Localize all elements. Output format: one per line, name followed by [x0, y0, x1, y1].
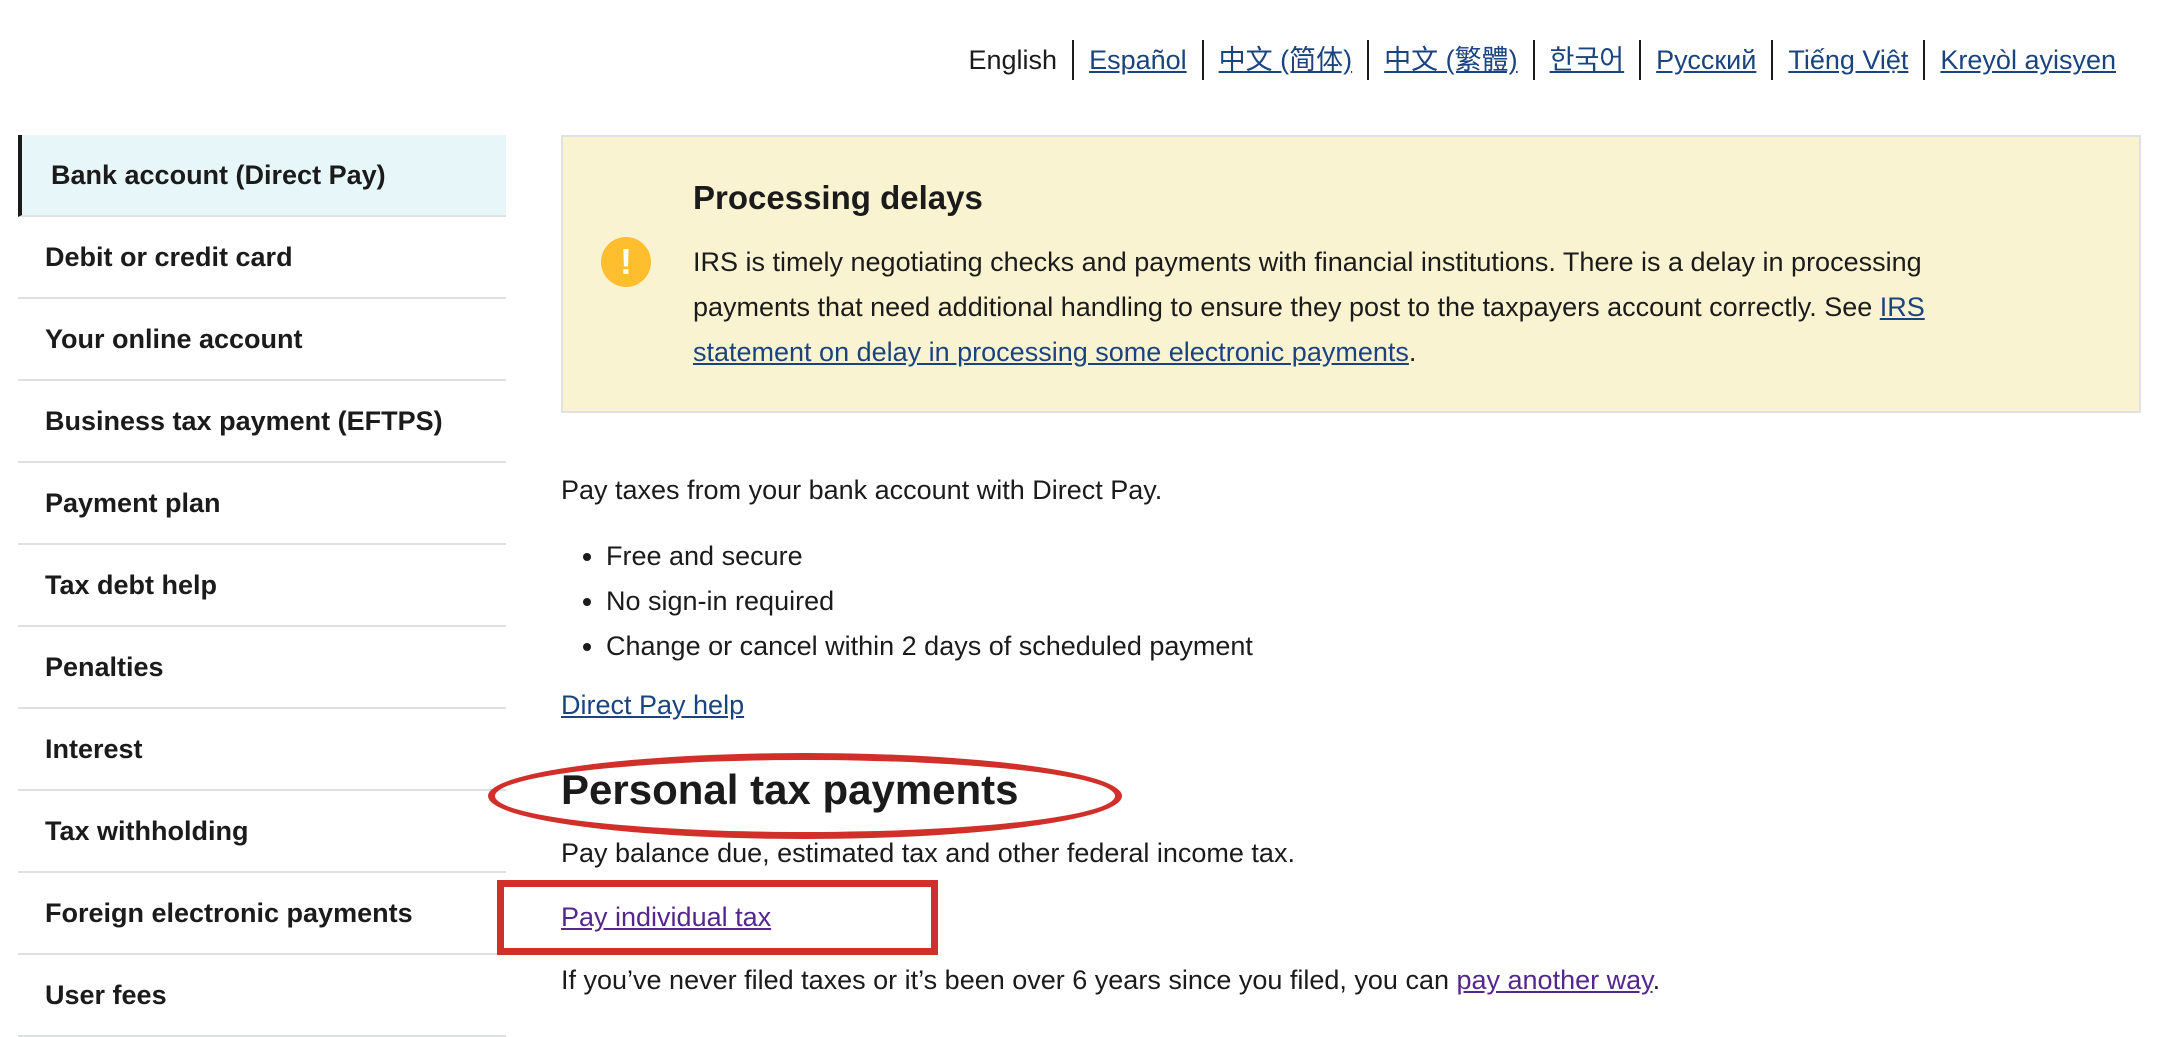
- language-haitian-creole[interactable]: Kreyòl ayisyen: [1923, 40, 2131, 80]
- pay-individual-tax-link[interactable]: Pay individual tax: [561, 902, 771, 933]
- language-russian[interactable]: Русский: [1639, 40, 1771, 80]
- list-item: Change or cancel within 2 days of schedu…: [606, 624, 1253, 669]
- sidebar-item-foreign-electronic-payments[interactable]: Foreign electronic payments: [18, 873, 506, 955]
- sidebar-item-user-fees[interactable]: User fees: [18, 955, 506, 1037]
- sidebar-item-payment-plan[interactable]: Payment plan: [18, 463, 506, 545]
- never-filed-end: .: [1652, 965, 1661, 995]
- language-chinese-traditional[interactable]: 中文 (繁體): [1367, 40, 1532, 80]
- never-filed-text: If you’ve never filed taxes or it’s been…: [561, 965, 1457, 995]
- pay-another-way-link[interactable]: pay another way: [1456, 965, 1652, 995]
- sidebar-item-interest[interactable]: Interest: [18, 709, 506, 791]
- personal-tax-payments-heading: Personal tax payments: [561, 766, 1019, 813]
- direct-pay-features-list: Free and secure No sign-in required Chan…: [561, 534, 1253, 669]
- sidebar-item-tax-debt-help[interactable]: Tax debt help: [18, 545, 506, 627]
- sidebar-item-online-account[interactable]: Your online account: [18, 299, 506, 381]
- list-item: Free and secure: [606, 534, 1253, 579]
- personal-tax-payments-description: Pay balance due, estimated tax and other…: [561, 838, 1295, 868]
- sidebar-item-business-tax-payment[interactable]: Business tax payment (EFTPS): [18, 381, 506, 463]
- sidebar-nav: Bank account (Direct Pay) Debit or credi…: [18, 135, 506, 1037]
- sidebar-item-bank-account[interactable]: Bank account (Direct Pay): [18, 135, 506, 217]
- alert-body-end: .: [1408, 337, 1417, 367]
- processing-delays-alert: ! Processing delays IRS is timely negoti…: [561, 135, 2141, 413]
- sidebar-item-penalties[interactable]: Penalties: [18, 627, 506, 709]
- direct-pay-intro: Pay taxes from your bank account with Di…: [561, 475, 1163, 505]
- alert-body-text: IRS is timely negotiating checks and pay…: [693, 247, 1922, 322]
- language-vietnamese[interactable]: Tiếng Việt: [1771, 40, 1923, 80]
- direct-pay-help-link[interactable]: Direct Pay help: [561, 690, 744, 721]
- list-item: No sign-in required: [606, 579, 1253, 624]
- never-filed-note: If you’ve never filed taxes or it’s been…: [561, 965, 1660, 996]
- sidebar-item-debit-credit-card[interactable]: Debit or credit card: [18, 217, 506, 299]
- language-english[interactable]: English: [954, 40, 1073, 80]
- sidebar-item-tax-withholding[interactable]: Tax withholding: [18, 791, 506, 873]
- language-chinese-simplified[interactable]: 中文 (简体): [1201, 40, 1367, 80]
- alert-body: IRS is timely negotiating checks and pay…: [693, 240, 2023, 375]
- language-korean[interactable]: 한국어: [1532, 40, 1640, 80]
- warning-icon: !: [601, 237, 651, 287]
- language-selector: English Español 中文 (简体) 中文 (繁體) 한국어 Русс…: [954, 40, 2132, 80]
- alert-title: Processing delays: [693, 179, 983, 216]
- language-spanish[interactable]: Español: [1072, 40, 1202, 80]
